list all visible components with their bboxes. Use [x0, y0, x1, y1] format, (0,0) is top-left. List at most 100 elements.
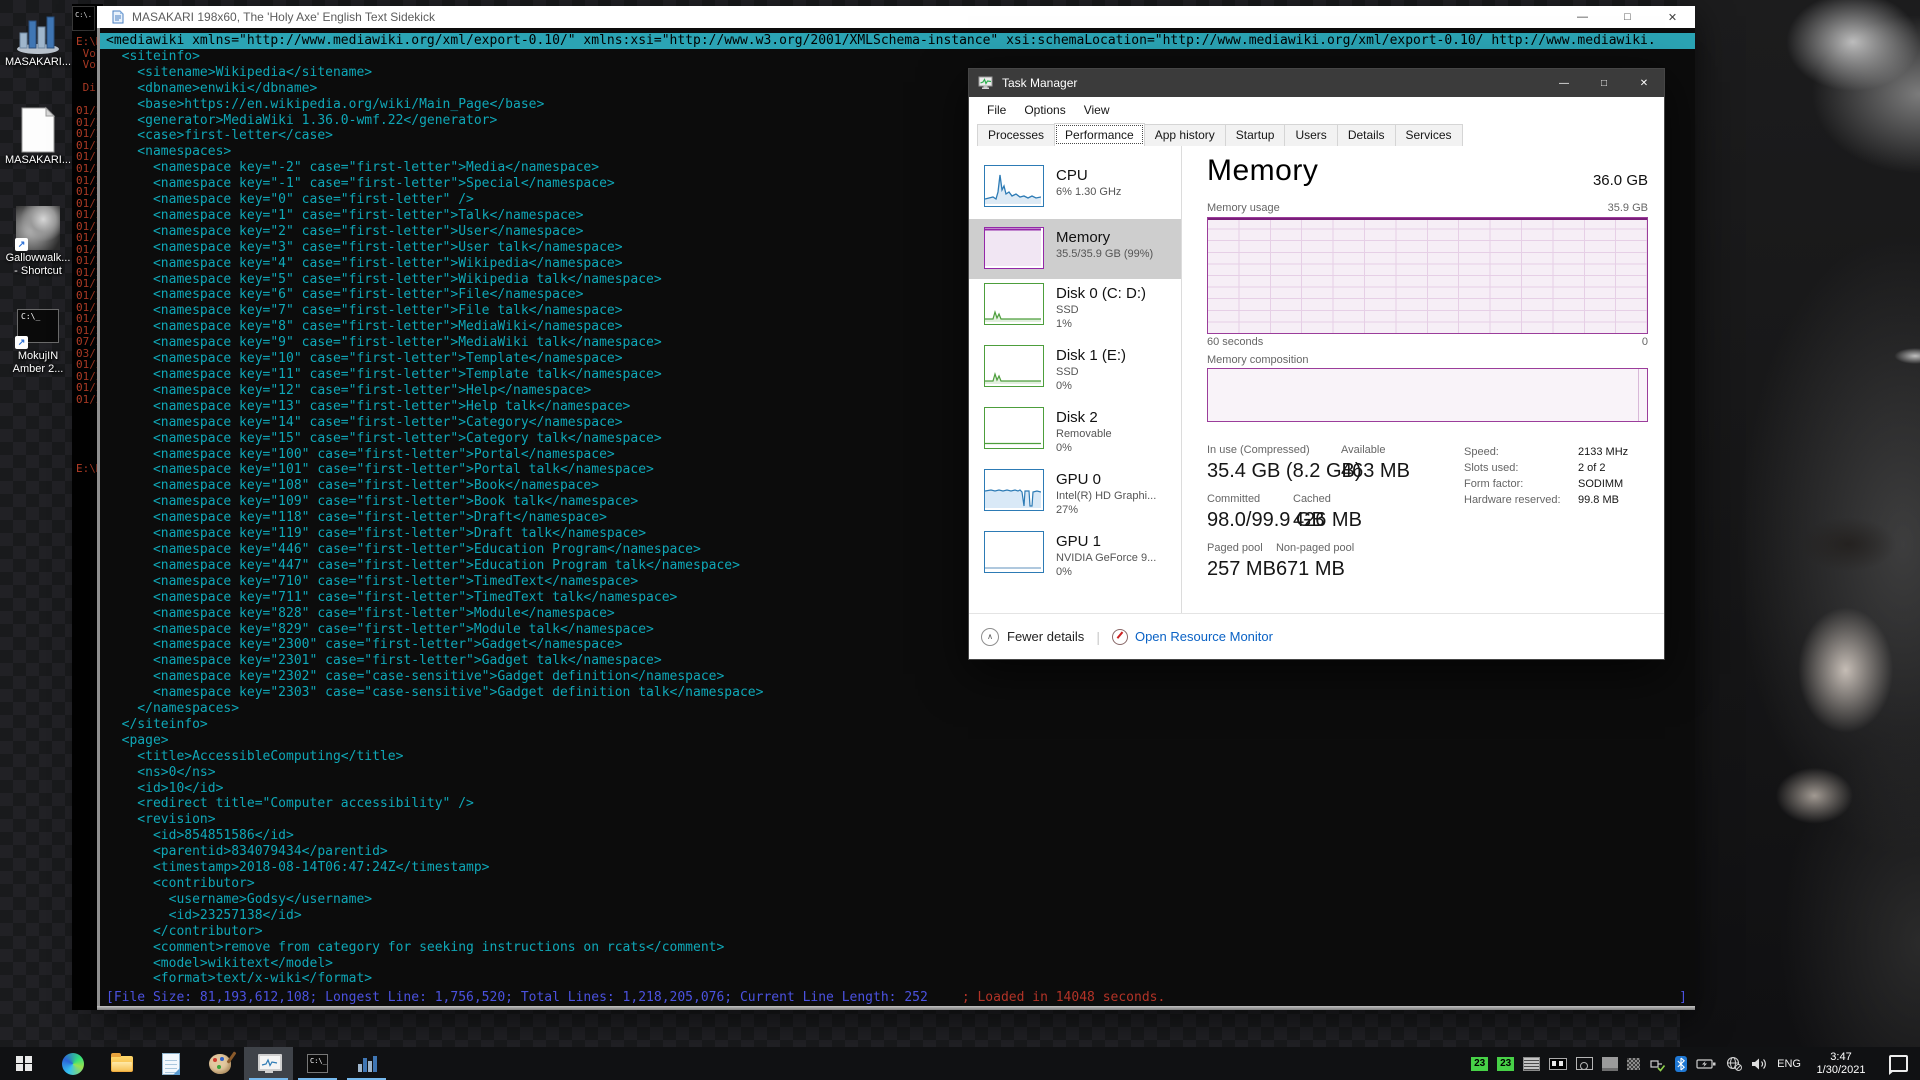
- memory-detail-pane: Memory 36.0 GB Memory usage 35.9 GB 60 s…: [1207, 146, 1648, 666]
- task-manager-menubar: FileOptionsView: [969, 97, 1664, 123]
- info-label: Form factor:: [1464, 478, 1578, 490]
- info-label: Speed:: [1464, 446, 1578, 458]
- desktop-icon[interactable]: ↗ Gallowwalk... - Shortcut: [5, 204, 71, 294]
- language-indicator[interactable]: ENG: [1777, 1058, 1801, 1070]
- close-button[interactable]: ✕: [1624, 69, 1664, 97]
- stat-row: In use (Compressed) 35.4 GB (8.2 GB) Ava…: [1207, 444, 1457, 483]
- memory-composition-bar[interactable]: [1207, 368, 1648, 422]
- command-prompt-icon: C:\_: [307, 1054, 328, 1073]
- perf-item-detail: SSD: [1056, 365, 1126, 379]
- masakari-chart-icon: [356, 1053, 378, 1075]
- desktop-icon[interactable]: C:\_ ↗ MokujIN Amber 2...: [5, 302, 71, 392]
- status-loaded-info: ; Loaded in 14048 seconds.: [962, 990, 1166, 1005]
- taskbar-app-button[interactable]: [146, 1047, 195, 1080]
- desktop-icon-image: ↗: [14, 106, 62, 154]
- minimize-button[interactable]: —: [1544, 69, 1584, 97]
- file-explorer-icon: [111, 1056, 133, 1072]
- action-center-icon[interactable]: [1889, 1055, 1908, 1072]
- desktop-icon-image: ↗: [14, 8, 62, 56]
- taskbar-empty-space: [391, 1047, 1471, 1080]
- minimize-button[interactable]: —: [1560, 6, 1605, 28]
- task-manager-window[interactable]: Task Manager — □ ✕ FileOptionsView Proce…: [968, 68, 1665, 660]
- clock-date: 1/30/2021: [1810, 1064, 1872, 1077]
- perf-item-detail-2: 0%: [1056, 565, 1156, 579]
- network-globe-icon[interactable]: [1726, 1056, 1742, 1071]
- cpu-temp-badge[interactable]: 23: [1471, 1057, 1488, 1071]
- editor-titlebar[interactable]: MASAKARI 198x60, The 'Holy Axe' English …: [97, 6, 1695, 28]
- taskbar-app-button[interactable]: [244, 1047, 293, 1080]
- stat-cell: Paged pool 257 MB: [1207, 542, 1276, 581]
- document-icon: [18, 106, 58, 154]
- memory-pane-title: Memory: [1207, 154, 1318, 188]
- chevron-up-icon: ∧: [981, 628, 999, 646]
- task-manager-icon: [258, 1054, 280, 1073]
- maximize-button[interactable]: □: [1605, 6, 1650, 28]
- tab[interactable]: App history: [1144, 124, 1226, 146]
- taskbar-app-button[interactable]: C:\_: [293, 1047, 342, 1080]
- taskbar-apps: C:\_: [48, 1047, 391, 1080]
- bluetooth-icon[interactable]: [1675, 1056, 1687, 1072]
- editor-window-title: MASAKARI 198x60, The 'Holy Axe' English …: [132, 10, 435, 24]
- menu-item[interactable]: File: [978, 103, 1015, 117]
- memory-hardware-info: Speed: 2133 MHz Slots used: 2 of 2 Form …: [1464, 446, 1628, 510]
- perf-item-name: GPU 0: [1056, 470, 1156, 489]
- volume-icon[interactable]: [1751, 1057, 1768, 1071]
- tab[interactable]: Startup: [1225, 124, 1286, 146]
- ram-meter-icon[interactable]: [1523, 1057, 1540, 1071]
- stat-label: In use (Compressed): [1207, 444, 1341, 457]
- stat-cell: Committed 98.0/99.9 GB: [1207, 493, 1293, 532]
- tab[interactable]: Performance: [1054, 123, 1145, 146]
- power-plug-icon[interactable]: [1696, 1058, 1717, 1070]
- external-monitor-icon[interactable]: [1602, 1057, 1618, 1071]
- taskbar-app-button[interactable]: [342, 1047, 391, 1080]
- desktop-icon[interactable]: ↗ MASAKARI...: [5, 8, 71, 98]
- stat-cell: Available 463 MB: [1341, 444, 1410, 483]
- menu-item[interactable]: Options: [1015, 103, 1074, 117]
- editor-xml-text: <siteinfo> <sitename>Wikipedia</sitename…: [100, 49, 763, 987]
- menu-item[interactable]: View: [1075, 103, 1119, 117]
- tab[interactable]: Details: [1337, 124, 1396, 146]
- close-button[interactable]: ✕: [1650, 6, 1695, 28]
- taskbar-app-button[interactable]: [48, 1047, 97, 1080]
- mini-graph: [984, 469, 1044, 511]
- maximize-button[interactable]: □: [1584, 69, 1624, 97]
- perf-sidebar-item[interactable]: Disk 0 (C: D:) SSD 1%: [969, 283, 1181, 341]
- start-button[interactable]: [0, 1047, 48, 1080]
- stat-label: Committed: [1207, 493, 1293, 506]
- stat-label: Non-paged pool: [1276, 542, 1354, 555]
- perf-sidebar-item[interactable]: GPU 0 Intel(R) HD Graphi... 27%: [969, 469, 1181, 527]
- perf-item-name: GPU 1: [1056, 532, 1156, 551]
- memory-module-icon[interactable]: [1549, 1058, 1567, 1070]
- memory-usage-graph[interactable]: [1207, 217, 1648, 334]
- info-value: 2 of 2: [1578, 462, 1606, 474]
- perf-item-name: Disk 0 (C: D:): [1056, 284, 1146, 303]
- perf-sidebar-item[interactable]: GPU 1 NVIDIA GeForce 9... 0%: [969, 531, 1181, 589]
- task-manager-titlebar[interactable]: Task Manager — □ ✕: [969, 69, 1664, 97]
- wireless-display-icon[interactable]: [1576, 1057, 1593, 1070]
- info-row: Form factor: SODIMM: [1464, 478, 1628, 490]
- fewer-details-button[interactable]: Fewer details: [1007, 629, 1084, 644]
- tab[interactable]: Processes: [977, 124, 1055, 146]
- shortcut-arrow-icon: ↗: [15, 238, 28, 251]
- tab[interactable]: Services: [1395, 124, 1463, 146]
- taskbar-app-button[interactable]: [97, 1047, 146, 1080]
- perf-item-name: Disk 1 (E:): [1056, 346, 1126, 365]
- stat-label: Paged pool: [1207, 542, 1276, 555]
- taskbar-app-button[interactable]: [195, 1047, 244, 1080]
- shortcut-arrow-icon: ↗: [15, 336, 28, 349]
- tab[interactable]: Users: [1284, 124, 1337, 146]
- mini-graph: [984, 227, 1044, 269]
- zero-label: 0: [1642, 336, 1648, 348]
- taskbar-clock[interactable]: 3:47 1/30/2021: [1810, 1051, 1872, 1077]
- desktop-icon-label: MokujIN: [18, 350, 58, 363]
- open-resource-monitor-link[interactable]: Open Resource Monitor: [1135, 629, 1273, 644]
- desktop-icon[interactable]: ↗ MASAKARI...: [5, 106, 71, 196]
- paint-icon: [209, 1054, 231, 1074]
- gpu-temp-badge[interactable]: 23: [1497, 1057, 1514, 1071]
- perf-sidebar-item[interactable]: Memory 35.5/35.9 GB (99%): [969, 219, 1181, 279]
- ramdisk-grid-icon[interactable]: [1627, 1058, 1640, 1070]
- perf-sidebar-item[interactable]: Disk 2 Removable 0%: [969, 407, 1181, 465]
- usb-safely-remove-icon[interactable]: [1649, 1056, 1666, 1072]
- perf-sidebar-item[interactable]: CPU 6% 1.30 GHz: [969, 165, 1181, 223]
- perf-sidebar-item[interactable]: Disk 1 (E:) SSD 0%: [969, 345, 1181, 403]
